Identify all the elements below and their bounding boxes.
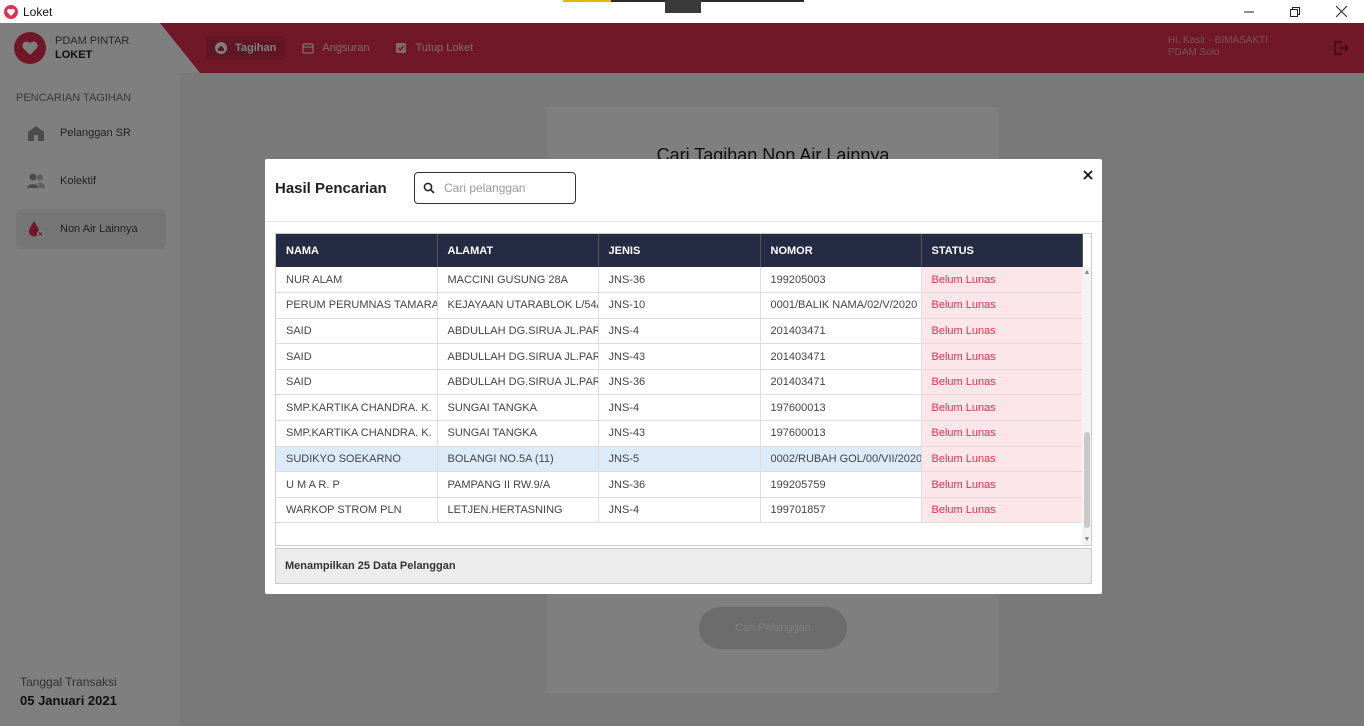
cell-nomor: 199701857: [760, 497, 922, 524]
cell-nomor: 0002/RUBAH GOL/00/VII/2020: [760, 446, 922, 473]
cell-alamat: MACCINI GUSUNG 28A: [437, 267, 599, 294]
close-icon: [1083, 170, 1093, 180]
minimize-icon: [1244, 11, 1254, 12]
cell-nama: SMP.KARTIKA CHANDRA. K.: [276, 420, 438, 447]
cell-status: Belum Lunas: [921, 394, 1083, 422]
table-row[interactable]: SAID ABDULLAH DG.SIRUA JL.PARC JNS-36 20…: [276, 369, 1083, 396]
cell-nomor: 201403471: [760, 369, 922, 396]
cell-status: Belum Lunas: [921, 292, 1083, 319]
cell-nama: SMP.KARTIKA CHANDRA. K.: [276, 394, 438, 422]
restore-button[interactable]: [1272, 0, 1318, 23]
search-icon: [423, 182, 435, 194]
scrollbar-thumb[interactable]: [1084, 432, 1090, 528]
customer-search-input[interactable]: [444, 181, 564, 195]
cell-status: Belum Lunas: [921, 343, 1083, 370]
column-header-nomor[interactable]: NOMOR: [760, 234, 922, 267]
cell-nama: SUDIKYO SOEKARNO: [276, 446, 438, 473]
cell-nomor: 0001/BALIK NAMA/02/V/2020: [760, 292, 922, 319]
cell-nama: SAID: [276, 318, 438, 345]
modal-header: Hasil Pencarian: [265, 159, 1102, 222]
modal-close-button[interactable]: [1081, 168, 1095, 182]
cell-nomor: 201403471: [760, 318, 922, 345]
cell-status: Belum Lunas: [921, 420, 1083, 447]
cell-alamat: ABDULLAH DG.SIRUA JL.PARC: [437, 318, 599, 345]
cell-status: Belum Lunas: [921, 318, 1083, 345]
table-row-selected[interactable]: SUDIKYO SOEKARNO BOLANGI NO.5A (11) JNS-…: [276, 446, 1083, 473]
cell-status: Belum Lunas: [921, 267, 1083, 294]
cell-jenis: JNS-4: [598, 497, 761, 524]
taskbar-indicator: [611, 0, 665, 2]
cell-nama: SAID: [276, 343, 438, 370]
results-table: NAMA ALAMAT JENIS NOMOR STATUS NUR ALAM …: [275, 233, 1092, 546]
taskbar-indicator: [563, 0, 611, 2]
cell-nama: PERUM PERUMNAS TAMARA: [276, 292, 438, 319]
cell-alamat: SUNGAI TANGKA: [437, 394, 599, 422]
window-title: Loket: [23, 4, 53, 19]
search-results-modal: Hasil Pencarian NAMA ALAMAT JENIS NOMOR …: [265, 159, 1102, 594]
cell-alamat: LETJEN.HERTASNING: [437, 497, 599, 524]
scroll-up-arrow-icon[interactable]: ▲: [1082, 269, 1091, 276]
scroll-down-arrow-icon[interactable]: ▼: [1082, 536, 1091, 543]
cell-jenis: JNS-36: [598, 267, 761, 294]
cell-status: Belum Lunas: [921, 471, 1083, 498]
cell-jenis: JNS-43: [598, 343, 761, 370]
cell-nomor: 197600013: [760, 394, 922, 422]
customer-search-box[interactable]: [414, 172, 576, 204]
cell-alamat: BOLANGI NO.5A (11): [437, 446, 599, 473]
cell-nomor: 197600013: [760, 420, 922, 447]
table-row[interactable]: PERUM PERUMNAS TAMARA KEJAYAAN UTARABLOK…: [276, 292, 1083, 319]
app-heart-icon: [4, 4, 18, 19]
cell-jenis: JNS-4: [598, 318, 761, 345]
close-window-button[interactable]: [1318, 0, 1364, 23]
table-row[interactable]: SMP.KARTIKA CHANDRA. K. SUNGAI TANGKA JN…: [276, 420, 1083, 447]
minimize-button[interactable]: [1226, 0, 1272, 23]
cell-status: Belum Lunas: [921, 497, 1083, 524]
cell-alamat: ABDULLAH DG.SIRUA JL.PARC: [437, 369, 599, 396]
cell-jenis: JNS-43: [598, 420, 761, 447]
column-header-nama[interactable]: NAMA: [276, 234, 438, 267]
table-header-row: NAMA ALAMAT JENIS NOMOR STATUS: [276, 234, 1083, 267]
cell-nomor: 199205003: [760, 267, 922, 294]
table-scrollbar[interactable]: ▲ ▼: [1082, 267, 1091, 545]
window-titlebar: Loket: [0, 0, 1364, 23]
table-row[interactable]: SAID ABDULLAH DG.SIRUA JL.PARC JNS-4 201…: [276, 318, 1083, 345]
modal-title: Hasil Pencarian: [275, 180, 387, 197]
cell-nama: SAID: [276, 369, 438, 396]
cell-nama: NUR ALAM: [276, 267, 438, 294]
table-row[interactable]: U M A R. P PAMPANG II RW.9/A JNS-36 1992…: [276, 471, 1083, 498]
table-row[interactable]: SAID ABDULLAH DG.SIRUA JL.PARC JNS-43 20…: [276, 343, 1083, 370]
cell-nama: U M A R. P: [276, 471, 438, 498]
column-header-status[interactable]: STATUS: [921, 234, 1083, 267]
column-header-jenis[interactable]: JENIS: [598, 234, 761, 267]
results-count: Menampilkan 25 Data Pelanggan: [275, 548, 1092, 584]
cell-status: Belum Lunas: [921, 446, 1083, 473]
table-row[interactable]: NUR ALAM MACCINI GUSUNG 28A JNS-36 19920…: [276, 267, 1083, 294]
cell-nama: WARKOP STROM PLN: [276, 497, 438, 524]
close-window-icon: [1335, 6, 1347, 17]
cell-alamat: SUNGAI TANGKA: [437, 420, 599, 447]
cell-alamat: PAMPANG II RW.9/A: [437, 471, 599, 498]
cell-jenis: JNS-10: [598, 292, 761, 319]
table-row[interactable]: SMP.KARTIKA CHANDRA. K. SUNGAI TANGKA JN…: [276, 394, 1083, 422]
cell-alamat: ABDULLAH DG.SIRUA JL.PARC: [437, 343, 599, 370]
cell-jenis: JNS-5: [598, 446, 761, 473]
cell-alamat: KEJAYAAN UTARABLOK L/54/: [437, 292, 599, 319]
cell-jenis: JNS-36: [598, 369, 761, 396]
column-header-alamat[interactable]: ALAMAT: [437, 234, 599, 267]
taskbar-indicator: [665, 0, 701, 13]
taskbar-indicator: [701, 0, 804, 2]
cell-jenis: JNS-4: [598, 394, 761, 422]
cell-jenis: JNS-36: [598, 471, 761, 498]
table-row[interactable]: WARKOP STROM PLN LETJEN.HERTASNING JNS-4…: [276, 497, 1083, 524]
cell-nomor: 199205759: [760, 471, 922, 498]
cell-nomor: 201403471: [760, 343, 922, 370]
restore-icon: [1290, 6, 1300, 17]
cell-status: Belum Lunas: [921, 369, 1083, 396]
